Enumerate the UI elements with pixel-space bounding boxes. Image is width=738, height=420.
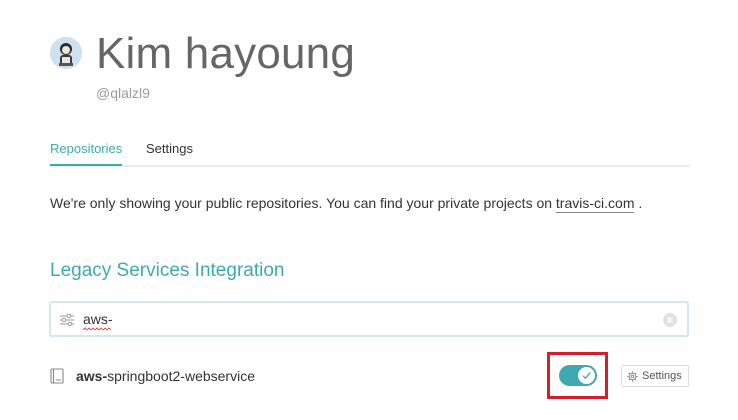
clear-circle-icon[interactable] <box>662 312 678 328</box>
avatar-image <box>50 37 82 69</box>
gear-icon <box>627 370 638 382</box>
filter-sliders-icon <box>60 313 74 327</box>
profile-name: Kim hayoung <box>96 29 356 78</box>
check-icon <box>582 372 591 380</box>
tab-repositories[interactable]: Repositories <box>50 140 123 166</box>
profile-handle: @qlalzl9 <box>96 85 150 101</box>
repository-activation-toggle[interactable] <box>559 365 597 386</box>
avatar[interactable] <box>50 37 82 69</box>
settings-button-label: Settings <box>642 370 682 382</box>
repository-name-rest: springboot2-webservice <box>107 368 255 384</box>
search-input[interactable] <box>83 309 643 329</box>
repository-row: aws-springboot2-webservice Settings <box>50 352 690 399</box>
repo-book-icon <box>50 368 64 384</box>
repository-name[interactable]: aws-springboot2-webservice <box>76 367 255 385</box>
tab-settings[interactable]: Settings <box>146 140 193 158</box>
profile-tabs: Repositories Settings <box>50 138 690 167</box>
travis-ci-com-link[interactable]: travis-ci.com <box>555 195 635 213</box>
notice-suffix: . <box>638 195 643 211</box>
spellcheck-underline <box>83 327 111 331</box>
toggle-knob <box>578 367 595 384</box>
notice-text: We're only showing your public repositor… <box>50 195 553 211</box>
repository-name-match: aws- <box>76 368 108 384</box>
public-repos-notice: We're only showing your public repositor… <box>50 193 642 213</box>
repository-search[interactable] <box>49 301 689 337</box>
repository-settings-button[interactable]: Settings <box>621 365 689 387</box>
profile-page: Kim hayoung @qlalzl9 Repositories Settin… <box>0 0 738 420</box>
section-title: Legacy Services Integration <box>50 260 285 281</box>
